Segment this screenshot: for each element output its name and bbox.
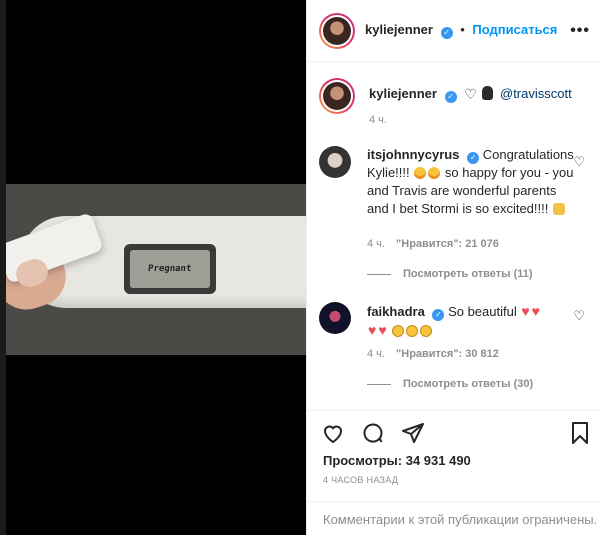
views-label: Просмотры: [323,453,403,468]
comment-meta: 4 ч. "Нравится": 30 812 [367,348,499,360]
comment-meta: 4 ч. "Нравится": 21 076 [367,238,499,250]
caption-avatar[interactable] [319,78,355,114]
smiling-face-emoji-icon [392,325,405,337]
verified-badge-icon: ✓ [440,27,453,39]
author-avatar-image [323,16,351,45]
post-actions-section: Просмотры: 34 931 490 4 ЧАСОВ НАЗАД Комм… [307,410,603,535]
view-replies-label: Посмотреть ответы (30) [403,378,534,390]
red-heart-emoji-icon: ♥ [378,322,387,338]
comment-likes[interactable]: "Нравится": 21 076 [396,238,499,250]
post-sidebar: kyliejenner ✓ • Подписаться ••• kyliejen… [306,0,603,535]
verified-badge-icon: ✓ [467,152,480,164]
header-separator: • [460,22,465,37]
white-heart-emoji-icon: ♡ [464,86,477,102]
heart-eyes-emoji-icon [414,167,427,179]
commenter-avatar[interactable] [319,146,351,178]
post-photo[interactable]: Pregnant [6,184,306,355]
caption-time[interactable]: 4 ч. [369,114,387,126]
comment-time[interactable]: 4 ч. [367,348,385,360]
heart-eyes-emoji-icon [428,167,441,179]
post-caption: kyliejenner ✓ ♡ @travisscott [319,78,599,114]
verified-badge-icon: ✓ [444,91,457,103]
post-timestamp[interactable]: 4 ЧАСОВ НАЗАД [323,475,398,485]
commenter-username[interactable]: faikhadra [367,304,425,319]
verified-badge-icon: ✓ [432,309,445,321]
view-replies-button[interactable]: Посмотреть ответы (11) [367,268,533,280]
comment-body: itsjohnnycyrus ✓ Congratulations Kylie!!… [367,146,575,218]
action-bar [321,421,425,445]
post-media-area: Pregnant [0,0,306,535]
smiling-face-emoji-icon [420,325,433,337]
comment-time[interactable]: 4 ч. [367,238,385,250]
smiling-face-emoji-icon [406,325,419,337]
caption-mention-link[interactable]: @travisscott [500,86,572,101]
caption-username[interactable]: kyliejenner [369,86,437,101]
share-paper-plane-icon[interactable] [401,421,425,445]
author-avatar[interactable] [319,12,355,49]
comment-body: faikhadra ✓ So beautiful ♥ ♥ ♥ ♥ [367,302,575,340]
comment-like-heart-icon[interactable]: ♡ [573,308,585,324]
comment-bubble-icon[interactable] [361,421,385,445]
view-count[interactable]: Просмотры: 34 931 490 [323,453,471,468]
commenter-username[interactable]: itsjohnnycyrus [367,147,459,162]
comment-like-heart-icon[interactable]: ♡ [573,154,585,170]
red-heart-emoji-icon: ♥ [531,303,540,319]
pregnant-woman-emoji-icon [482,86,494,100]
like-heart-icon[interactable] [321,421,345,445]
view-replies-label: Посмотреть ответы (11) [403,268,533,280]
replies-line [367,273,391,275]
view-replies-button[interactable]: Посмотреть ответы (30) [367,378,533,390]
raising-hands-emoji-icon [552,203,565,215]
more-options-icon[interactable]: ••• [570,22,590,40]
views-value: 34 931 490 [405,453,471,468]
comment-likes[interactable]: "Нравится": 30 812 [396,348,499,360]
instagram-post-modal: Pregnant kyliejenner ✓ • Подписаться •••… [0,0,603,535]
replies-line [367,383,391,385]
author-username[interactable]: kyliejenner [365,22,433,37]
comments-disabled-notice: Комментарии к этой публикации ограничены… [307,501,603,535]
test-display-text: Pregnant [147,264,193,274]
test-display: Pregnant [130,250,210,288]
bookmark-icon[interactable] [568,421,592,445]
comment-text: So beautiful [448,304,517,319]
red-heart-emoji-icon: ♥ [368,322,377,338]
follow-button[interactable]: Подписаться [472,22,557,37]
red-heart-emoji-icon: ♥ [521,303,530,319]
post-header: kyliejenner ✓ • Подписаться ••• [307,0,603,62]
commenter-avatar[interactable] [319,302,351,334]
